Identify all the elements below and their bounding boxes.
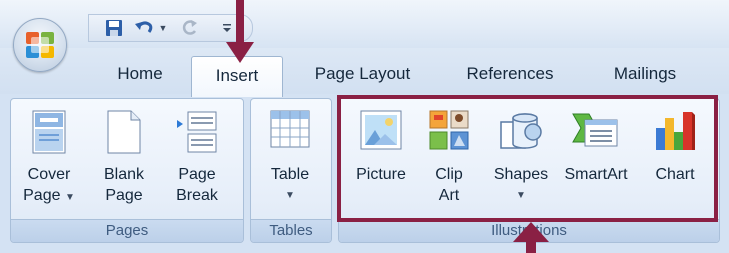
chart-icon xyxy=(656,112,695,150)
blank-page-icon xyxy=(107,110,141,154)
cover-page-button[interactable]: Cover Page ▼ xyxy=(14,104,84,214)
dropdown-arrow-icon: ▼ xyxy=(64,192,75,203)
page-break-button[interactable]: Page Break xyxy=(162,104,232,214)
shapes-icon xyxy=(500,113,542,149)
annotation-arrow-down-icon xyxy=(226,0,254,63)
clip-art-icon xyxy=(429,110,469,150)
cover-page-label-2: Page xyxy=(23,187,61,204)
tab-mailings[interactable]: Mailings xyxy=(595,58,695,90)
undo-icon[interactable] xyxy=(133,18,155,38)
table-icon xyxy=(270,110,310,148)
clip-art-button[interactable]: Clip Art xyxy=(414,104,484,214)
office-logo-icon xyxy=(26,32,54,58)
smartart-label: SmartArt xyxy=(564,166,628,183)
smartart-icon xyxy=(572,113,618,147)
table-button[interactable]: Table ▼ xyxy=(255,104,325,214)
blank-page-button[interactable]: Blank Page xyxy=(89,104,159,214)
group-label-pages: Pages xyxy=(11,219,243,242)
table-label: Table xyxy=(270,166,310,183)
tab-references[interactable]: References xyxy=(450,58,570,90)
page-break-label-2: Break xyxy=(176,187,218,204)
redo-icon[interactable] xyxy=(179,18,201,38)
undo-dropdown-icon[interactable]: ▼ xyxy=(157,18,169,38)
annotation-arrow-up-icon xyxy=(513,222,549,253)
page-break-label-1: Page xyxy=(178,166,216,183)
save-icon[interactable] xyxy=(103,18,125,38)
chart-label: Chart xyxy=(655,166,695,183)
dropdown-arrow-icon: ▼ xyxy=(285,190,295,201)
chart-button[interactable]: Chart xyxy=(640,104,710,214)
cover-page-icon xyxy=(32,110,66,154)
smartart-button[interactable]: SmartArt xyxy=(561,104,631,214)
tab-home[interactable]: Home xyxy=(100,58,180,90)
office-button[interactable] xyxy=(13,18,67,72)
dropdown-arrow-icon: ▼ xyxy=(516,190,526,201)
picture-icon xyxy=(360,110,402,150)
shapes-button[interactable]: Shapes ▼ xyxy=(486,104,556,214)
tab-page-layout[interactable]: Page Layout xyxy=(300,58,425,90)
group-label-tables: Tables xyxy=(251,219,331,242)
page-break-icon xyxy=(177,111,217,153)
